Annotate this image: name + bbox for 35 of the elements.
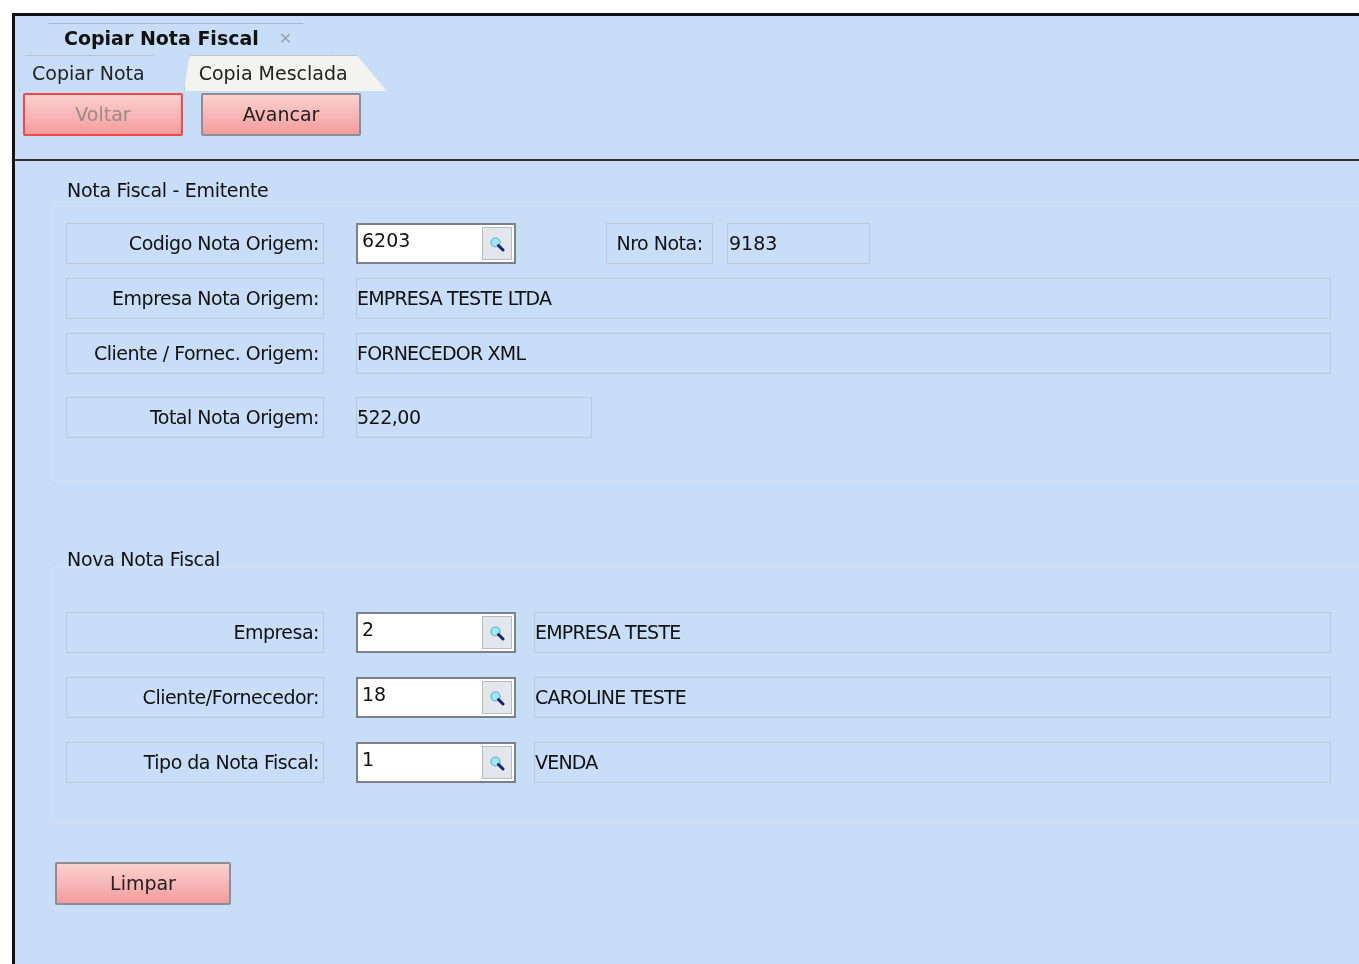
readonly-field: EMPRESA TESTE LTDA	[356, 278, 1331, 319]
tab[interactable]: Copia Mesclada	[183, 55, 387, 91]
search-icon	[489, 689, 505, 706]
field-label: Empresa:	[66, 612, 324, 653]
section-title: Nova Nota Fiscal	[67, 547, 222, 571]
button[interactable]: Avancar	[201, 93, 361, 136]
clear-button[interactable]: Limpar	[55, 862, 231, 905]
field-label: Cliente/Fornecedor:	[66, 677, 324, 718]
search-button[interactable]	[482, 227, 512, 260]
readonly-field: EMPRESA TESTE	[534, 612, 1331, 653]
input-field[interactable]: 18	[356, 677, 516, 718]
search-button[interactable]	[482, 681, 512, 714]
tab-title: Copiar Nota Fiscal	[64, 26, 259, 52]
readonly-field: FORNECEDOR XML	[356, 333, 1331, 374]
field-label: Codigo Nota Origem:	[66, 223, 324, 264]
field-label: Tipo da Nota Fiscal:	[66, 742, 324, 783]
search-button[interactable]	[482, 746, 512, 779]
section-title: Nota Fiscal - Emitente	[67, 178, 270, 202]
search-icon	[489, 754, 505, 771]
input-field[interactable]: 6203	[356, 223, 516, 264]
tab[interactable]: Copiar Nota	[19, 55, 184, 91]
field-label: Empresa Nota Origem:	[66, 278, 324, 319]
search-button[interactable]	[482, 616, 512, 649]
window-tab[interactable]: Copiar Nota Fiscal ✕	[31, 23, 334, 53]
readonly-field: 522,00	[356, 397, 592, 438]
input-field[interactable]: 2	[356, 612, 516, 653]
field-label: Total Nota Origem:	[66, 397, 324, 438]
readonly-field: CAROLINE TESTE	[534, 677, 1331, 718]
readonly-field: VENDA	[534, 742, 1331, 783]
search-icon	[489, 235, 505, 252]
readonly-field: 9183	[727, 223, 870, 264]
input-field[interactable]: 1	[356, 742, 516, 783]
search-icon	[489, 624, 505, 641]
field-label: Cliente / Fornec. Origem:	[66, 333, 324, 374]
field-label: Nro Nota:	[606, 223, 713, 264]
